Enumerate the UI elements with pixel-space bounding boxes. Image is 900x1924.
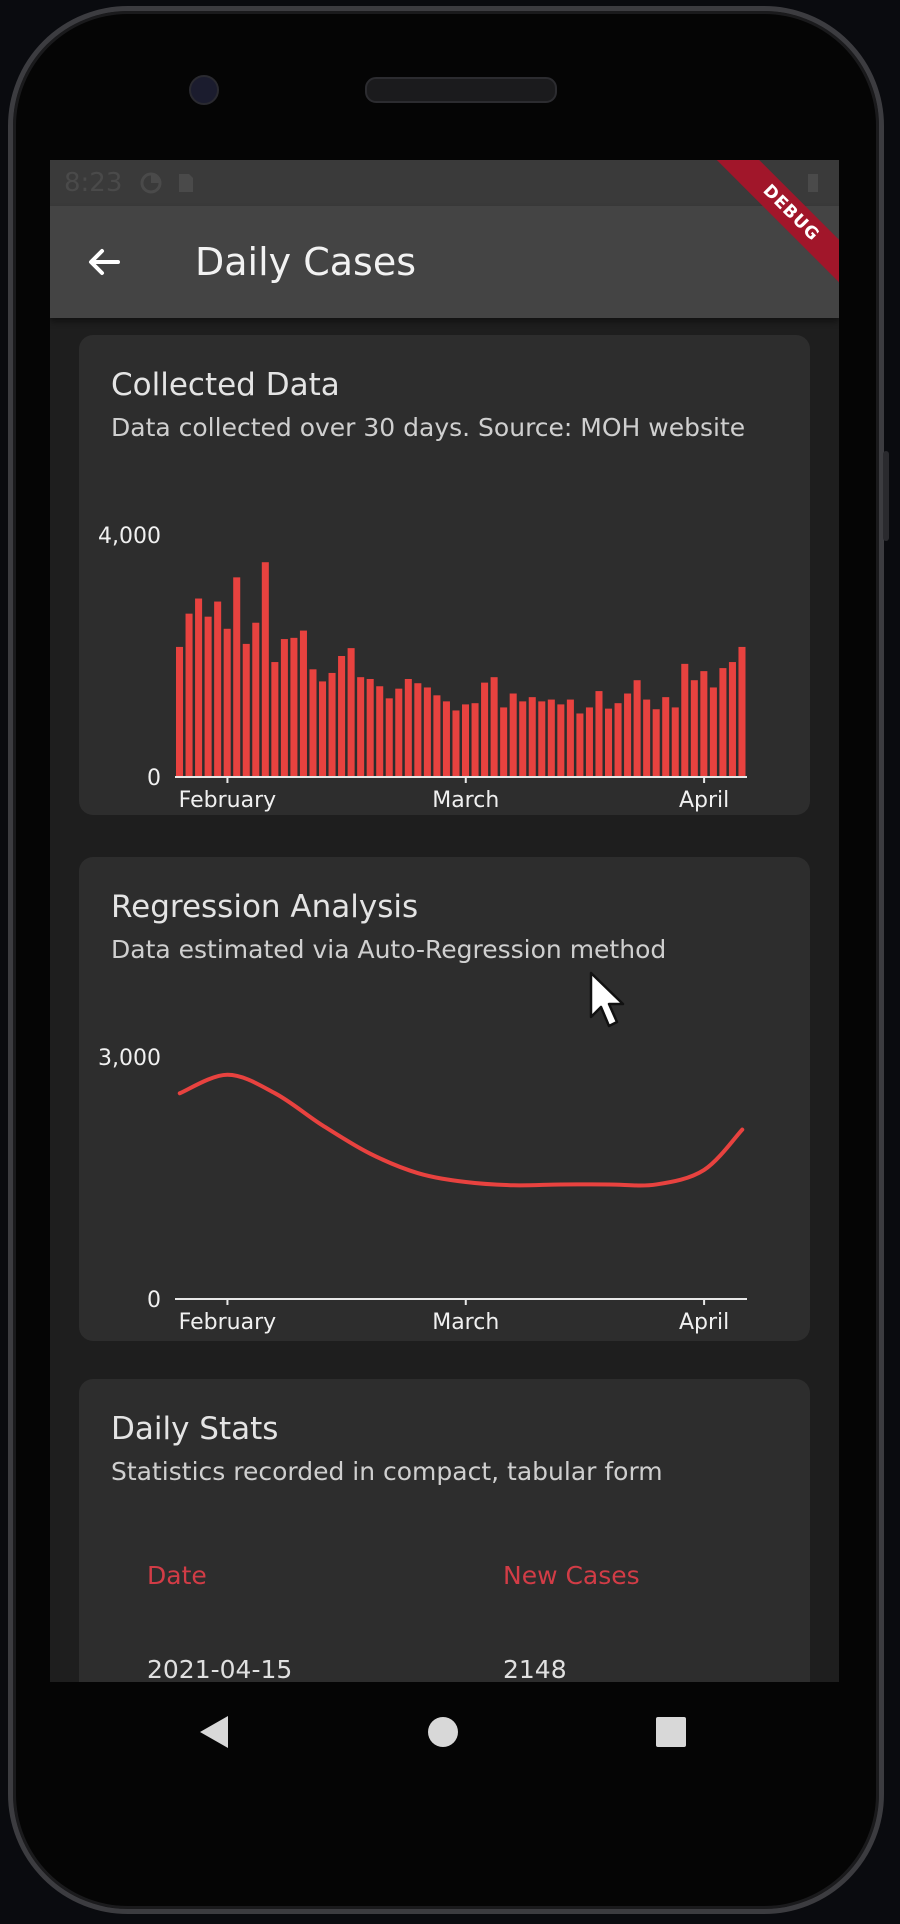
bar[interactable]: [690, 680, 698, 777]
bar[interactable]: [490, 677, 498, 777]
bar[interactable]: [519, 701, 527, 777]
x-tick-label: March: [432, 1310, 499, 1335]
bar[interactable]: [671, 707, 679, 777]
bar[interactable]: [462, 704, 470, 777]
y-tick-label: 3,000: [98, 1046, 161, 1071]
sync-status-icon: [140, 172, 162, 194]
bar[interactable]: [366, 678, 374, 777]
bar[interactable]: [652, 709, 660, 777]
x-tick-label: March: [432, 788, 499, 813]
bar[interactable]: [338, 656, 346, 777]
sd-card-icon: [179, 174, 193, 192]
bar[interactable]: [566, 699, 574, 777]
bar[interactable]: [176, 646, 184, 777]
bar[interactable]: [700, 671, 708, 777]
bar[interactable]: [681, 663, 689, 777]
bar[interactable]: [347, 648, 355, 777]
bar[interactable]: [395, 688, 403, 777]
bar[interactable]: [252, 622, 260, 777]
status-time: 8:23: [64, 168, 123, 198]
bar[interactable]: [624, 693, 632, 777]
bar[interactable]: [299, 630, 307, 777]
bar[interactable]: [214, 601, 222, 777]
bar[interactable]: [385, 698, 393, 777]
bar[interactable]: [404, 678, 412, 777]
bar[interactable]: [528, 697, 536, 777]
bar[interactable]: [538, 701, 546, 777]
app-bar: Daily Cases: [50, 206, 839, 318]
bar[interactable]: [557, 704, 565, 777]
bar[interactable]: [423, 687, 431, 777]
bar[interactable]: [223, 628, 231, 777]
x-tick-label: April: [679, 1310, 729, 1335]
bar[interactable]: [309, 669, 317, 777]
regression-line-chart: 0 3,000 February March April: [98, 1046, 747, 1335]
x-tick-label: February: [179, 788, 277, 813]
bar[interactable]: [280, 639, 288, 777]
back-arrow-icon[interactable]: [84, 242, 124, 282]
collected-data-card: Collected Data Data collected over 30 da…: [79, 335, 810, 815]
bar[interactable]: [442, 701, 450, 777]
bar[interactable]: [614, 703, 622, 777]
regression-series-line: [177, 1072, 745, 1188]
bar[interactable]: [233, 577, 241, 777]
bar[interactable]: [328, 672, 336, 777]
app-screen: 8:23 Daily Cases DEBUG Collected Data Da…: [50, 160, 839, 1682]
bar[interactable]: [261, 562, 269, 777]
bar[interactable]: [605, 708, 613, 777]
regression-analysis-card: Regression Analysis Data estimated via A…: [79, 857, 810, 1341]
y-tick-label: 4,000: [98, 524, 161, 549]
bar[interactable]: [471, 703, 479, 777]
daily-stats-card: Daily Stats Statistics recorded in compa…: [79, 1379, 810, 1682]
bar[interactable]: [738, 646, 746, 777]
volume-button[interactable]: [883, 451, 889, 541]
bar[interactable]: [271, 662, 279, 777]
bar[interactable]: [509, 693, 517, 777]
battery-icon: [808, 174, 818, 192]
nav-home-icon[interactable]: [427, 1716, 459, 1748]
bar[interactable]: [547, 699, 555, 777]
nav-back-icon[interactable]: [198, 1714, 230, 1750]
bar[interactable]: [185, 613, 193, 777]
mouse-cursor-icon: [589, 971, 625, 1028]
bar[interactable]: [433, 695, 441, 777]
bar[interactable]: [481, 682, 489, 777]
status-bar: 8:23: [50, 160, 839, 206]
earpiece-speaker: [365, 77, 557, 103]
nav-recents-icon[interactable]: [655, 1716, 687, 1748]
card-title: Daily Stats: [111, 1411, 279, 1447]
bar[interactable]: [728, 662, 736, 777]
bar[interactable]: [414, 683, 422, 777]
y-tick-label: 0: [147, 766, 161, 791]
row-new-cases: 2148: [503, 1655, 567, 1682]
bar[interactable]: [452, 710, 460, 777]
column-header-new-cases[interactable]: New Cases: [503, 1561, 640, 1590]
bar[interactable]: [709, 687, 717, 777]
bar[interactable]: [376, 686, 384, 777]
bar[interactable]: [585, 707, 593, 777]
y-tick-label: 0: [147, 1288, 161, 1313]
bar[interactable]: [204, 616, 212, 777]
system-nav-bar: [50, 1682, 839, 1782]
bar[interactable]: [662, 697, 670, 777]
bar[interactable]: [719, 668, 727, 777]
bar[interactable]: [500, 707, 508, 777]
bar[interactable]: [242, 643, 250, 777]
front-camera: [189, 75, 219, 105]
bar[interactable]: [643, 699, 651, 777]
page-title: Daily Cases: [195, 240, 417, 284]
card-subtitle: Statistics recorded in compact, tabular …: [111, 1457, 663, 1486]
collected-data-bar-chart: 0 4,000 February March April: [98, 524, 747, 813]
x-tick-label: February: [179, 1310, 277, 1335]
row-date: 2021-04-15: [147, 1655, 293, 1682]
bar[interactable]: [290, 637, 298, 777]
bar[interactable]: [633, 680, 641, 777]
bar[interactable]: [357, 677, 365, 777]
bar[interactable]: [195, 598, 203, 777]
column-header-date[interactable]: Date: [147, 1561, 207, 1590]
bar[interactable]: [319, 681, 327, 777]
x-tick-label: April: [679, 788, 729, 813]
bar[interactable]: [595, 691, 603, 777]
bar[interactable]: [576, 713, 584, 777]
